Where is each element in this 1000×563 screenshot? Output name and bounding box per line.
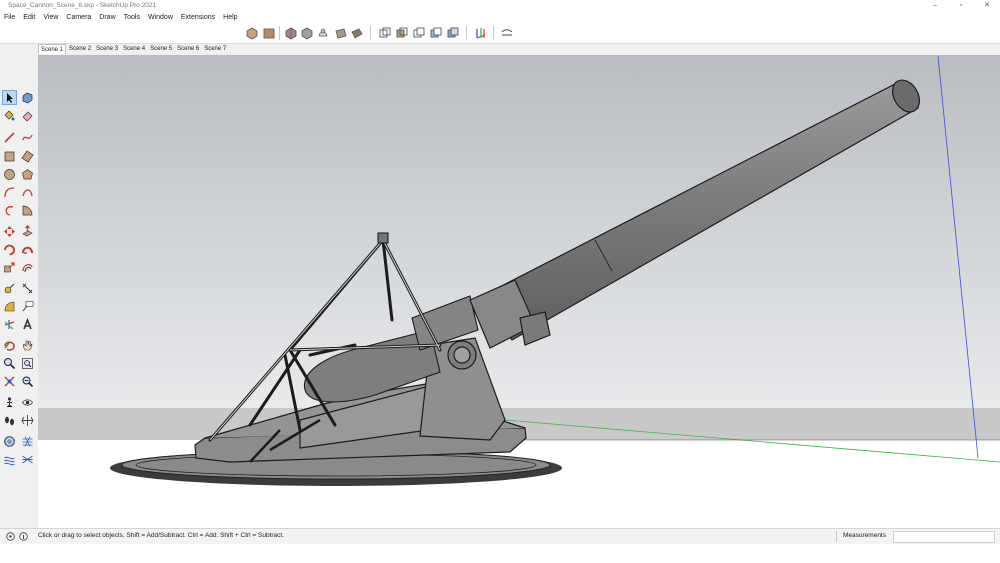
push-pull-icon[interactable] (21, 225, 34, 238)
tape-measure-icon[interactable] (3, 282, 16, 295)
zoom-icon[interactable] (3, 357, 16, 370)
axes-tool-icon[interactable] (3, 318, 16, 331)
offset-icon[interactable] (21, 261, 34, 274)
status-hint: Click or drag to select objects. Shift =… (38, 532, 285, 539)
sandbox-from-contours-icon[interactable] (3, 435, 16, 448)
stamp-icon[interactable] (21, 453, 34, 466)
tab-scene-6[interactable]: Scene 6 (175, 44, 202, 54)
large-toolset (0, 88, 37, 473)
top-view-icon[interactable] (262, 26, 276, 40)
bottom-strip (0, 544, 1000, 563)
ground (38, 440, 1000, 528)
left-view-icon[interactable] (334, 26, 348, 40)
menu-extensions[interactable]: Extensions (177, 12, 219, 23)
tab-scene-2[interactable]: Scene 2 (67, 44, 94, 54)
section-plane-tool-icon[interactable] (21, 414, 34, 427)
smoove-icon[interactable] (3, 453, 16, 466)
look-around-icon[interactable] (21, 396, 34, 409)
scale-icon[interactable] (3, 261, 16, 274)
rotated-rectangle-icon[interactable] (21, 150, 34, 163)
info-icon[interactable] (19, 532, 28, 541)
menu-view[interactable]: View (39, 12, 62, 23)
previous-view-icon[interactable] (21, 375, 34, 388)
walk-icon[interactable] (3, 414, 16, 427)
axes-icon[interactable] (474, 26, 488, 40)
dimension-icon[interactable] (21, 282, 34, 295)
circle-icon[interactable] (3, 168, 16, 181)
move-icon[interactable] (3, 225, 16, 238)
menu-draw[interactable]: Draw (95, 12, 119, 23)
zoom-extents-icon[interactable] (3, 375, 16, 388)
textured-style-icon[interactable] (446, 26, 460, 40)
menu-file[interactable]: File (0, 12, 19, 23)
paint-bucket-icon[interactable] (3, 109, 16, 122)
3d-text-icon[interactable] (21, 317, 34, 331)
menu-edit[interactable]: Edit (19, 12, 39, 23)
wireframe-style-icon[interactable] (395, 26, 409, 40)
tab-scene-5[interactable]: Scene 5 (148, 44, 175, 54)
minimize-button[interactable]: – (922, 0, 948, 12)
position-camera-icon[interactable] (3, 396, 16, 409)
iso-view-icon[interactable] (245, 26, 259, 40)
geo-location-icon[interactable] (6, 532, 15, 541)
menu-help[interactable]: Help (219, 12, 241, 23)
window-title: Space_Cannon_Scene_6.skp - SketchUp Pro … (8, 2, 157, 9)
freehand-icon[interactable] (21, 131, 34, 144)
three-point-arc-icon[interactable] (3, 204, 16, 217)
rectangle-icon[interactable] (3, 150, 16, 163)
tab-scene-4[interactable]: Scene 4 (121, 44, 148, 54)
shaded-style-icon[interactable] (429, 26, 443, 40)
two-point-arc-icon[interactable] (21, 186, 34, 199)
protractor-icon[interactable] (3, 300, 16, 313)
close-button[interactable]: ✕ (974, 0, 1000, 12)
measurements-label: Measurements (843, 532, 886, 539)
line-tool-icon[interactable] (3, 131, 16, 144)
follow-me-icon[interactable] (21, 243, 34, 256)
tab-scene-1[interactable]: Scene 1 (38, 44, 67, 54)
menu-window[interactable]: Window (144, 12, 177, 23)
menu-tools[interactable]: Tools (120, 12, 144, 23)
select-tool-icon[interactable] (2, 90, 17, 105)
right-view-icon[interactable] (300, 26, 314, 40)
back-view-icon[interactable] (316, 26, 330, 40)
sandbox-from-scratch-icon[interactable] (21, 435, 34, 448)
text-tool-icon[interactable] (21, 300, 34, 313)
zoom-window-icon[interactable] (21, 357, 34, 370)
scene-tabs: Scene 1 Scene 2 Scene 3 Scene 4 Scene 5 … (38, 44, 229, 54)
measurements-input[interactable] (893, 531, 995, 543)
maximize-button[interactable]: ▫ (948, 0, 974, 12)
make-component-icon[interactable] (21, 91, 34, 104)
polygon-icon[interactable] (21, 168, 34, 181)
menu-bar: File Edit View Camera Draw Tools Window … (0, 12, 1000, 23)
bottom-view-icon[interactable] (350, 26, 364, 40)
tab-scene-7[interactable]: Scene 7 (202, 44, 229, 54)
front-view-icon[interactable] (284, 26, 298, 40)
pie-icon[interactable] (21, 204, 34, 217)
model-viewport[interactable] (38, 55, 1000, 528)
menu-camera[interactable]: Camera (62, 12, 95, 23)
hidden-line-style-icon[interactable] (412, 26, 426, 40)
tab-scene-3[interactable]: Scene 3 (94, 44, 121, 54)
pan-icon[interactable] (21, 339, 34, 352)
eraser-icon[interactable] (21, 109, 34, 122)
rotate-icon[interactable] (3, 243, 16, 256)
truss-apex (377, 232, 389, 244)
arc-icon[interactable] (3, 186, 16, 199)
title-bar: Space_Cannon_Scene_6.skp - SketchUp Pro … (0, 0, 1000, 12)
xray-style-icon[interactable] (378, 26, 392, 40)
section-plane-icon[interactable] (500, 26, 514, 40)
views-toolbar (0, 23, 1000, 44)
orbit-icon[interactable] (3, 339, 16, 352)
status-bar: Click or drag to select objects. Shift =… (0, 528, 1000, 544)
